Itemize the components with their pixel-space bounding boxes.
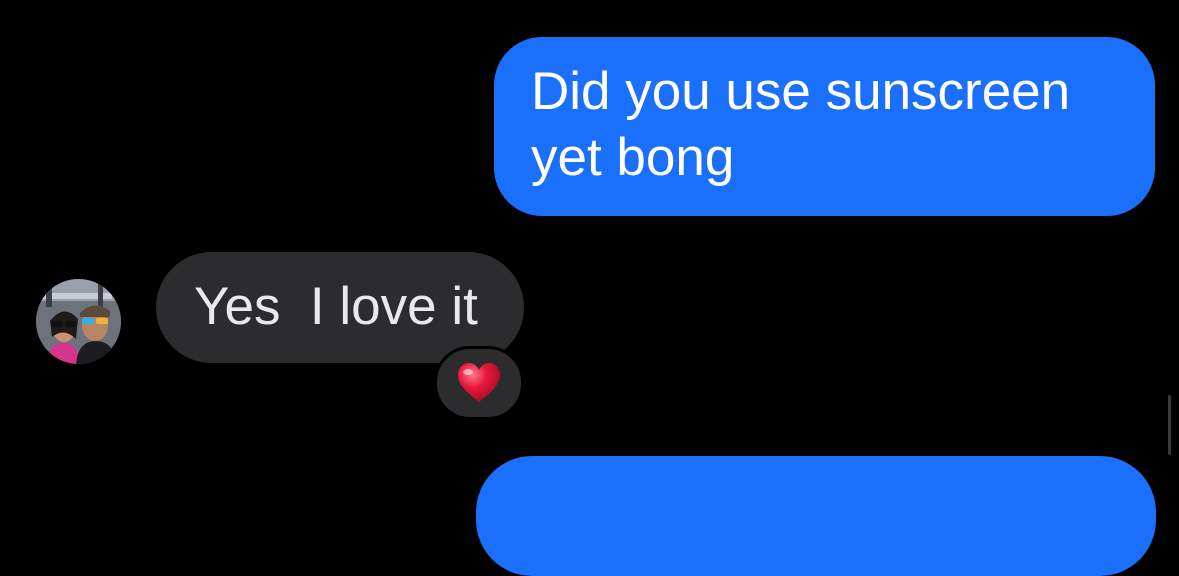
- scroll-indicator[interactable]: [1168, 395, 1171, 455]
- outgoing-message-bubble-partial[interactable]: [476, 456, 1156, 576]
- sender-avatar[interactable]: [36, 279, 121, 364]
- outgoing-message-bubble[interactable]: Did you use sunscreen yet bong: [494, 37, 1155, 216]
- avatar-photo: [36, 279, 121, 364]
- heart-icon: [458, 363, 500, 402]
- tapback-reaction-badge[interactable]: [434, 346, 524, 420]
